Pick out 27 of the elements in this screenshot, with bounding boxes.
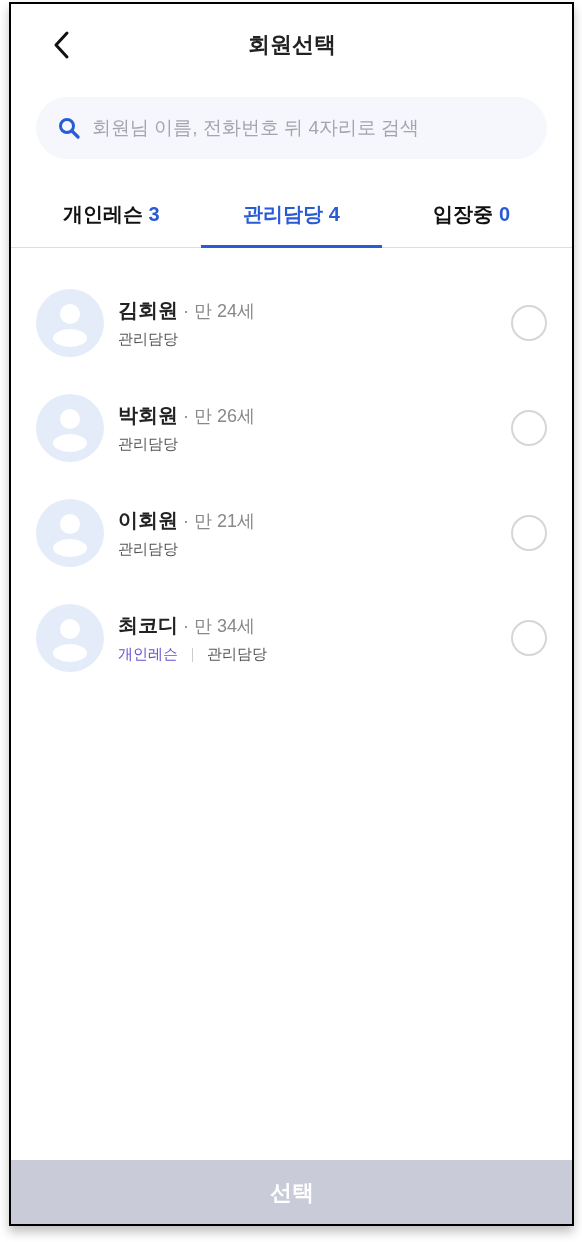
tab[interactable]: 개인레슨 3 — [21, 182, 202, 248]
radio-button[interactable] — [511, 410, 547, 446]
page-title: 회원선택 — [247, 30, 336, 59]
member-age: · 만 21세 — [183, 511, 256, 532]
member-age: · 만 24세 — [183, 301, 256, 322]
search-icon — [58, 117, 80, 139]
member-age: · 만 26세 — [183, 406, 256, 427]
member-tag: 관리담당 — [118, 433, 178, 456]
radio-button[interactable] — [511, 305, 547, 341]
avatar-icon — [36, 604, 104, 672]
member-name: 박회원 — [118, 404, 178, 427]
member-name: 이회원 — [118, 509, 178, 532]
member-name: 김회원 — [118, 299, 178, 322]
member-tag: 관리담당 — [118, 538, 178, 561]
member-name: 최코디 — [118, 614, 178, 637]
tab[interactable]: 관리담당 4 — [201, 182, 382, 248]
radio-button[interactable] — [511, 515, 547, 551]
avatar-icon — [36, 289, 104, 357]
tab[interactable]: 입장중 0 — [381, 182, 562, 248]
avatar-icon — [36, 499, 104, 567]
member-age: · 만 34세 — [183, 616, 256, 637]
search-field[interactable]: 회원님 이름, 전화번호 뒤 4자리로 검색 — [36, 97, 547, 159]
member-tag: 관리담당 — [118, 328, 178, 351]
member-tag: 관리담당 — [207, 643, 267, 666]
member-tag: 개인레슨 — [118, 643, 178, 666]
avatar-icon — [36, 394, 104, 462]
radio-button[interactable] — [511, 620, 547, 656]
